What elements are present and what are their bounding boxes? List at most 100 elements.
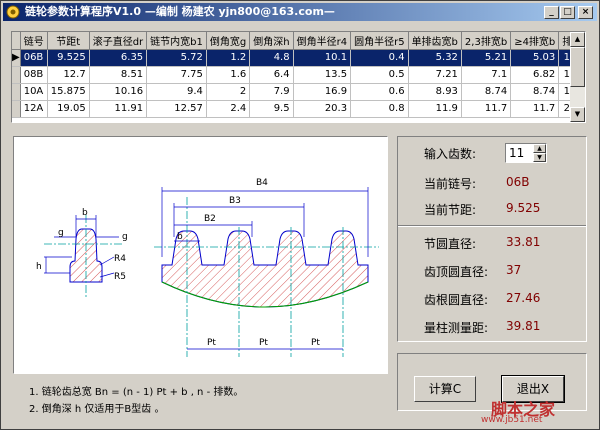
table-cell[interactable]: 12.57 bbox=[146, 100, 207, 118]
chain-data-grid[interactable]: 链号 节距t 滚子直径dr 链节内宽b1 倒角宽g 倒角深h 倒角半径r4 圆角… bbox=[11, 31, 586, 123]
dim-pt3-label: Pt bbox=[311, 338, 320, 348]
table-cell[interactable]: 13.5 bbox=[293, 66, 352, 84]
watermark-url: www.jb51.net bbox=[481, 415, 543, 425]
notes: 1. 链轮齿总宽 Bn = (n - 1) Pt + b , n - 排数。 2… bbox=[29, 384, 243, 418]
app-icon bbox=[6, 5, 20, 19]
table-cell[interactable]: 10.16 bbox=[89, 83, 148, 101]
pitch-label: 当前节距: bbox=[424, 203, 477, 217]
table-cell[interactable]: 7.1 bbox=[461, 66, 512, 84]
table-cell[interactable]: 2.4 bbox=[206, 100, 251, 118]
header-cell[interactable]: 2,3排宽b bbox=[461, 32, 512, 50]
table-cell[interactable]: 10A bbox=[20, 83, 48, 101]
vertical-scrollbar[interactable]: ▲ ▼ bbox=[570, 32, 585, 122]
header-cell[interactable]: 滚子直径dr bbox=[89, 32, 148, 50]
dim-b-label: b bbox=[82, 208, 88, 218]
stepper-down-icon[interactable]: ▼ bbox=[533, 153, 546, 162]
table-cell[interactable]: 6.35 bbox=[89, 49, 148, 67]
row-indicator bbox=[12, 100, 21, 118]
dim-h-label: h bbox=[36, 262, 42, 272]
measure-label: 量柱测量距: bbox=[424, 321, 489, 335]
table-cell[interactable]: 1.6 bbox=[206, 66, 251, 84]
table-cell[interactable]: 9.4 bbox=[146, 83, 207, 101]
root-circle-value: 27.46 bbox=[506, 291, 541, 305]
header-cell[interactable]: 链号 bbox=[20, 32, 48, 50]
table-cell[interactable]: 10.1 bbox=[293, 49, 352, 67]
window-title: 链轮参数计算程序V1.0 —编制 杨建农 yjn800@163.com— bbox=[25, 5, 335, 18]
dim-pt1-label: Pt bbox=[207, 338, 216, 348]
table-cell[interactable]: 5.72 bbox=[146, 49, 207, 67]
table-cell[interactable]: 11.9 bbox=[408, 100, 462, 118]
table-cell[interactable]: 0.4 bbox=[350, 49, 409, 67]
header-cell[interactable]: 倒角宽g bbox=[206, 32, 251, 50]
calculate-button[interactable]: 计算C bbox=[414, 376, 476, 402]
dim-b-multi-label: b bbox=[177, 232, 183, 242]
header-cell[interactable]: 单排齿宽b bbox=[408, 32, 462, 50]
table-header-row: 链号 节距t 滚子直径dr 链节内宽b1 倒角宽g 倒角深h 倒角半径r4 圆角… bbox=[12, 32, 585, 50]
table-cell[interactable]: 8.51 bbox=[89, 66, 148, 84]
header-cell[interactable]: 倒角半径r4 bbox=[293, 32, 352, 50]
table-cell[interactable]: 08B bbox=[20, 66, 48, 84]
dim-b4-label: B4 bbox=[256, 178, 268, 188]
table-cell[interactable]: 5.32 bbox=[408, 49, 462, 67]
note-2: 2. 倒角深 h 仅适用于B型齿 。 bbox=[29, 404, 165, 415]
title-bar[interactable]: 链轮参数计算程序V1.0 —编制 杨建农 yjn800@163.com— _ □… bbox=[3, 3, 597, 21]
table-cell[interactable]: 20.3 bbox=[293, 100, 352, 118]
scroll-up-icon[interactable]: ▲ bbox=[570, 32, 585, 47]
table-row[interactable]: ▶ 06B 9.525 6.35 5.72 1.2 4.8 10.1 0.4 5… bbox=[12, 49, 585, 67]
minimize-button[interactable]: _ bbox=[544, 6, 559, 19]
table-cell[interactable]: 11.7 bbox=[510, 100, 560, 118]
table-cell[interactable]: 8.74 bbox=[510, 83, 560, 101]
pitch-circle-label: 节圆直径: bbox=[424, 237, 477, 251]
table-cell[interactable]: 8.93 bbox=[408, 83, 462, 101]
table-cell[interactable]: 7.9 bbox=[249, 83, 294, 101]
table-cell[interactable]: 4.8 bbox=[249, 49, 294, 67]
table-cell[interactable]: 6.82 bbox=[510, 66, 560, 84]
tip-circle-label: 齿顶圆直径: bbox=[424, 265, 489, 279]
table-cell[interactable]: 0.8 bbox=[350, 100, 409, 118]
table-cell[interactable]: 06B bbox=[20, 49, 48, 67]
table-row[interactable]: 08B 12.7 8.51 7.75 1.6 6.4 13.5 0.5 7.21… bbox=[12, 66, 585, 84]
table-cell[interactable]: 12A bbox=[20, 100, 48, 118]
divider bbox=[398, 225, 586, 227]
table-cell[interactable]: 12.7 bbox=[47, 66, 90, 84]
measure-value: 39.81 bbox=[506, 319, 541, 333]
row-indicator bbox=[12, 66, 21, 84]
table-cell[interactable]: 0.6 bbox=[350, 83, 409, 101]
stepper-up-icon[interactable]: ▲ bbox=[533, 144, 546, 153]
table-cell[interactable]: 9.5 bbox=[249, 100, 294, 118]
header-cell[interactable]: 链节内宽b1 bbox=[146, 32, 207, 50]
scroll-thumb[interactable] bbox=[570, 47, 585, 87]
table-cell[interactable]: 5.03 bbox=[510, 49, 560, 67]
table-cell[interactable]: 1.2 bbox=[206, 49, 251, 67]
table-cell[interactable]: 16.9 bbox=[293, 83, 352, 101]
dim-b3-label: B3 bbox=[229, 196, 241, 206]
table-cell[interactable]: 7.75 bbox=[146, 66, 207, 84]
sprocket-drawing-panel: b g g h R4 R5 B4 B3 B2 b Pt Pt Pt bbox=[13, 136, 388, 374]
table-row[interactable]: 12A 19.05 11.91 12.57 2.4 9.5 20.3 0.8 1… bbox=[12, 100, 585, 118]
teeth-count-stepper[interactable]: 11 ▲ ▼ bbox=[505, 143, 547, 163]
table-cell[interactable]: 7.21 bbox=[408, 66, 462, 84]
scroll-down-icon[interactable]: ▼ bbox=[570, 107, 585, 122]
dim-g-left-label: g bbox=[58, 228, 64, 238]
table-cell[interactable]: 0.5 bbox=[350, 66, 409, 84]
close-button[interactable]: × bbox=[578, 6, 593, 19]
table-row[interactable]: 10A 15.875 10.16 9.4 2 7.9 16.9 0.6 8.93… bbox=[12, 83, 585, 101]
table-cell[interactable]: 8.74 bbox=[461, 83, 512, 101]
header-cell[interactable]: 圆角半径r5 bbox=[350, 32, 409, 50]
table-cell[interactable]: 9.525 bbox=[47, 49, 90, 67]
table-cell[interactable]: 11.91 bbox=[89, 100, 148, 118]
maximize-button[interactable]: □ bbox=[560, 6, 575, 19]
header-cell[interactable]: 倒角深h bbox=[249, 32, 294, 50]
table-cell[interactable]: 2 bbox=[206, 83, 251, 101]
teeth-count-input[interactable]: 11 bbox=[509, 146, 524, 160]
header-cell[interactable]: ≥4排宽b bbox=[510, 32, 560, 50]
header-cell[interactable]: 节距t bbox=[47, 32, 90, 50]
multi-row-section: B4 B3 B2 b Pt Pt Pt bbox=[154, 178, 379, 357]
dim-b2-label: B2 bbox=[204, 214, 216, 224]
table-cell[interactable]: 11.7 bbox=[461, 100, 512, 118]
table-cell[interactable]: 15.875 bbox=[47, 83, 90, 101]
table-cell[interactable]: 19.05 bbox=[47, 100, 90, 118]
table-cell[interactable]: 5.21 bbox=[461, 49, 512, 67]
table-cell[interactable]: 6.4 bbox=[249, 66, 294, 84]
chain-table: 链号 节距t 滚子直径dr 链节内宽b1 倒角宽g 倒角深h 倒角半径r4 圆角… bbox=[12, 32, 585, 118]
